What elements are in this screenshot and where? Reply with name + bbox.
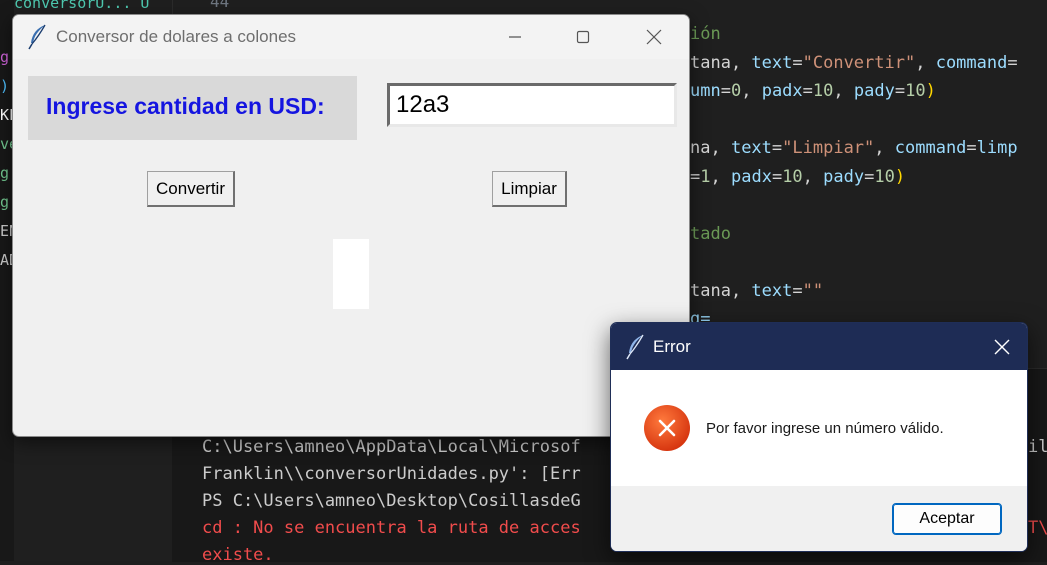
code-token: = xyxy=(771,166,783,187)
terminal-line: PS C:\Users\amneo\Desktop\CosillasdeG xyxy=(202,491,581,511)
code-line: tado xyxy=(690,224,731,244)
explorer-item[interactable]: g xyxy=(0,189,9,215)
code-token: padx xyxy=(730,166,772,187)
code-token: 10 xyxy=(905,81,926,101)
explorer-item[interactable]: g xyxy=(0,160,9,186)
code-token: 10 xyxy=(782,166,803,187)
code-token: 0 xyxy=(730,81,742,101)
terminal-line: C:\Users\amneo\AppData\Local\Microsof xyxy=(202,437,581,457)
explorer-item[interactable]: ) xyxy=(0,73,9,99)
code-token: na, xyxy=(690,138,731,158)
code-token: umn xyxy=(690,81,721,101)
line-number: 44 xyxy=(210,0,230,11)
clear-button[interactable]: Limpiar xyxy=(492,171,567,207)
converter-window: Conversor de dolares a colones Ingrese c… xyxy=(12,14,690,437)
usd-label-box: Ingrese cantidad en USD: xyxy=(28,76,357,140)
close-button[interactable] xyxy=(631,15,677,59)
feather-icon xyxy=(28,24,46,50)
convert-button[interactable]: Convertir xyxy=(147,171,235,207)
close-icon xyxy=(646,29,662,45)
code-token: , xyxy=(741,81,762,101)
explorer-item[interactable]: g xyxy=(0,44,9,70)
editor-tab-fragment[interactable]: conversorU... U xyxy=(14,0,149,12)
code-token: text xyxy=(730,138,772,158)
code-token: ión xyxy=(690,24,721,44)
code-token: , xyxy=(833,81,854,101)
code-token: = xyxy=(690,166,701,187)
feather-icon xyxy=(626,334,644,360)
code-token: = xyxy=(792,280,803,301)
window-title: Conversor de dolares a colones xyxy=(56,27,297,46)
code-token: 10 xyxy=(874,166,895,187)
code-token: command xyxy=(894,138,967,158)
result-label xyxy=(333,239,369,309)
code-token: , xyxy=(710,166,731,187)
accept-button[interactable]: Aceptar xyxy=(892,503,1002,535)
minimize-icon xyxy=(509,36,521,38)
code-token: = xyxy=(792,52,803,73)
code-line: umn=0, padx=10, pady=10) xyxy=(690,81,936,101)
dialog-titlebar[interactable]: Error xyxy=(611,323,1027,370)
minimize-button[interactable] xyxy=(492,15,538,59)
code-token: = xyxy=(771,138,783,158)
code-token: pady xyxy=(823,166,865,187)
code-token: tana, xyxy=(690,280,752,301)
code-token: ) xyxy=(925,81,936,101)
maximize-icon xyxy=(576,30,590,44)
code-line: tana, text="Convertir", command= xyxy=(690,53,1018,73)
code-token: padx xyxy=(761,81,803,101)
code-token: limp xyxy=(976,138,1018,158)
window-titlebar[interactable]: Conversor de dolares a colones xyxy=(13,15,689,59)
code-token: ) xyxy=(894,166,906,187)
code-token: = xyxy=(864,166,875,187)
code-token: command xyxy=(935,52,1008,73)
dialog-title: Error xyxy=(653,337,691,356)
terminal-line: Franklin\\conversorUnidades.py': [Err xyxy=(202,464,581,484)
terminal-line-tail: T\ xyxy=(1028,518,1047,538)
terminal-line-tail: il xyxy=(1028,437,1047,457)
dialog-close-button[interactable] xyxy=(977,323,1027,370)
terminal-line: existe. xyxy=(202,545,274,565)
error-x-icon xyxy=(644,405,690,451)
code-line: na, text="Limpiar", command=limp xyxy=(690,138,1018,158)
code-token: , xyxy=(915,52,936,73)
code-line: ión xyxy=(690,24,721,44)
code-token: tana, xyxy=(690,52,752,73)
code-token: = xyxy=(894,81,906,101)
code-token: text xyxy=(751,280,793,301)
code-token: = xyxy=(966,138,977,158)
code-token: pady xyxy=(853,81,895,101)
code-token: 10 xyxy=(812,81,834,101)
error-dialog: Error Por favor ingrese un número válido… xyxy=(610,322,1028,552)
maximize-button[interactable] xyxy=(560,15,606,59)
code-token: tado xyxy=(690,223,731,244)
code-token: , xyxy=(874,138,895,158)
code-token: "Convertir" xyxy=(802,52,916,73)
close-icon xyxy=(994,339,1010,354)
code-token: = xyxy=(1007,52,1018,73)
code-token: text xyxy=(751,52,793,73)
code-token: "" xyxy=(802,280,824,301)
code-token: 1 xyxy=(700,166,711,187)
error-message: Por favor ingrese un número válido. xyxy=(706,420,944,437)
code-token: , xyxy=(802,166,824,187)
code-line: tana, text="" xyxy=(690,281,823,301)
code-token: = xyxy=(720,81,731,101)
usd-label: Ingrese cantidad en USD: xyxy=(46,93,325,119)
code-token: = xyxy=(802,81,813,101)
usd-amount-input[interactable] xyxy=(387,83,677,127)
code-line: =1, padx=10, pady=10) xyxy=(690,167,905,187)
code-token: "Limpiar" xyxy=(782,138,875,158)
terminal-line: cd : No se encuentra la ruta de acces xyxy=(202,518,581,538)
